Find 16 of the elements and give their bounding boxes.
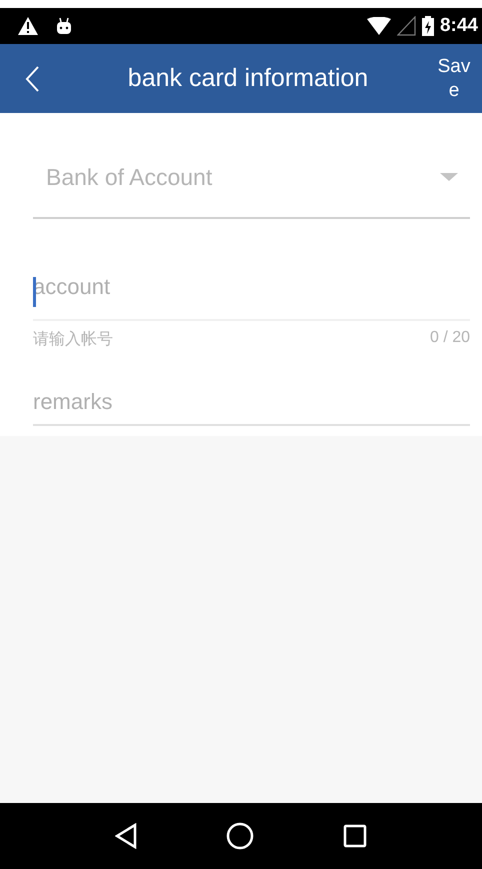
battery-icon bbox=[422, 16, 434, 36]
char-counter: 0 / 20 bbox=[430, 329, 470, 348]
home-icon[interactable] bbox=[226, 822, 254, 850]
warning-icon bbox=[18, 16, 38, 36]
helper-text: 请输入帐号 bbox=[33, 330, 113, 350]
signal-icon bbox=[396, 16, 416, 36]
back-icon[interactable] bbox=[114, 823, 137, 849]
chevron-icon bbox=[24, 64, 40, 92]
status-time: 8:44 bbox=[440, 15, 478, 37]
page-title: bank card information bbox=[126, 64, 370, 93]
recents-icon[interactable] bbox=[343, 824, 368, 848]
robot-icon bbox=[56, 17, 72, 35]
caret-icon bbox=[440, 173, 458, 181]
save-button[interactable]: Sav e bbox=[432, 54, 476, 102]
wifi-icon bbox=[366, 17, 391, 35]
text-cursor bbox=[33, 277, 36, 307]
